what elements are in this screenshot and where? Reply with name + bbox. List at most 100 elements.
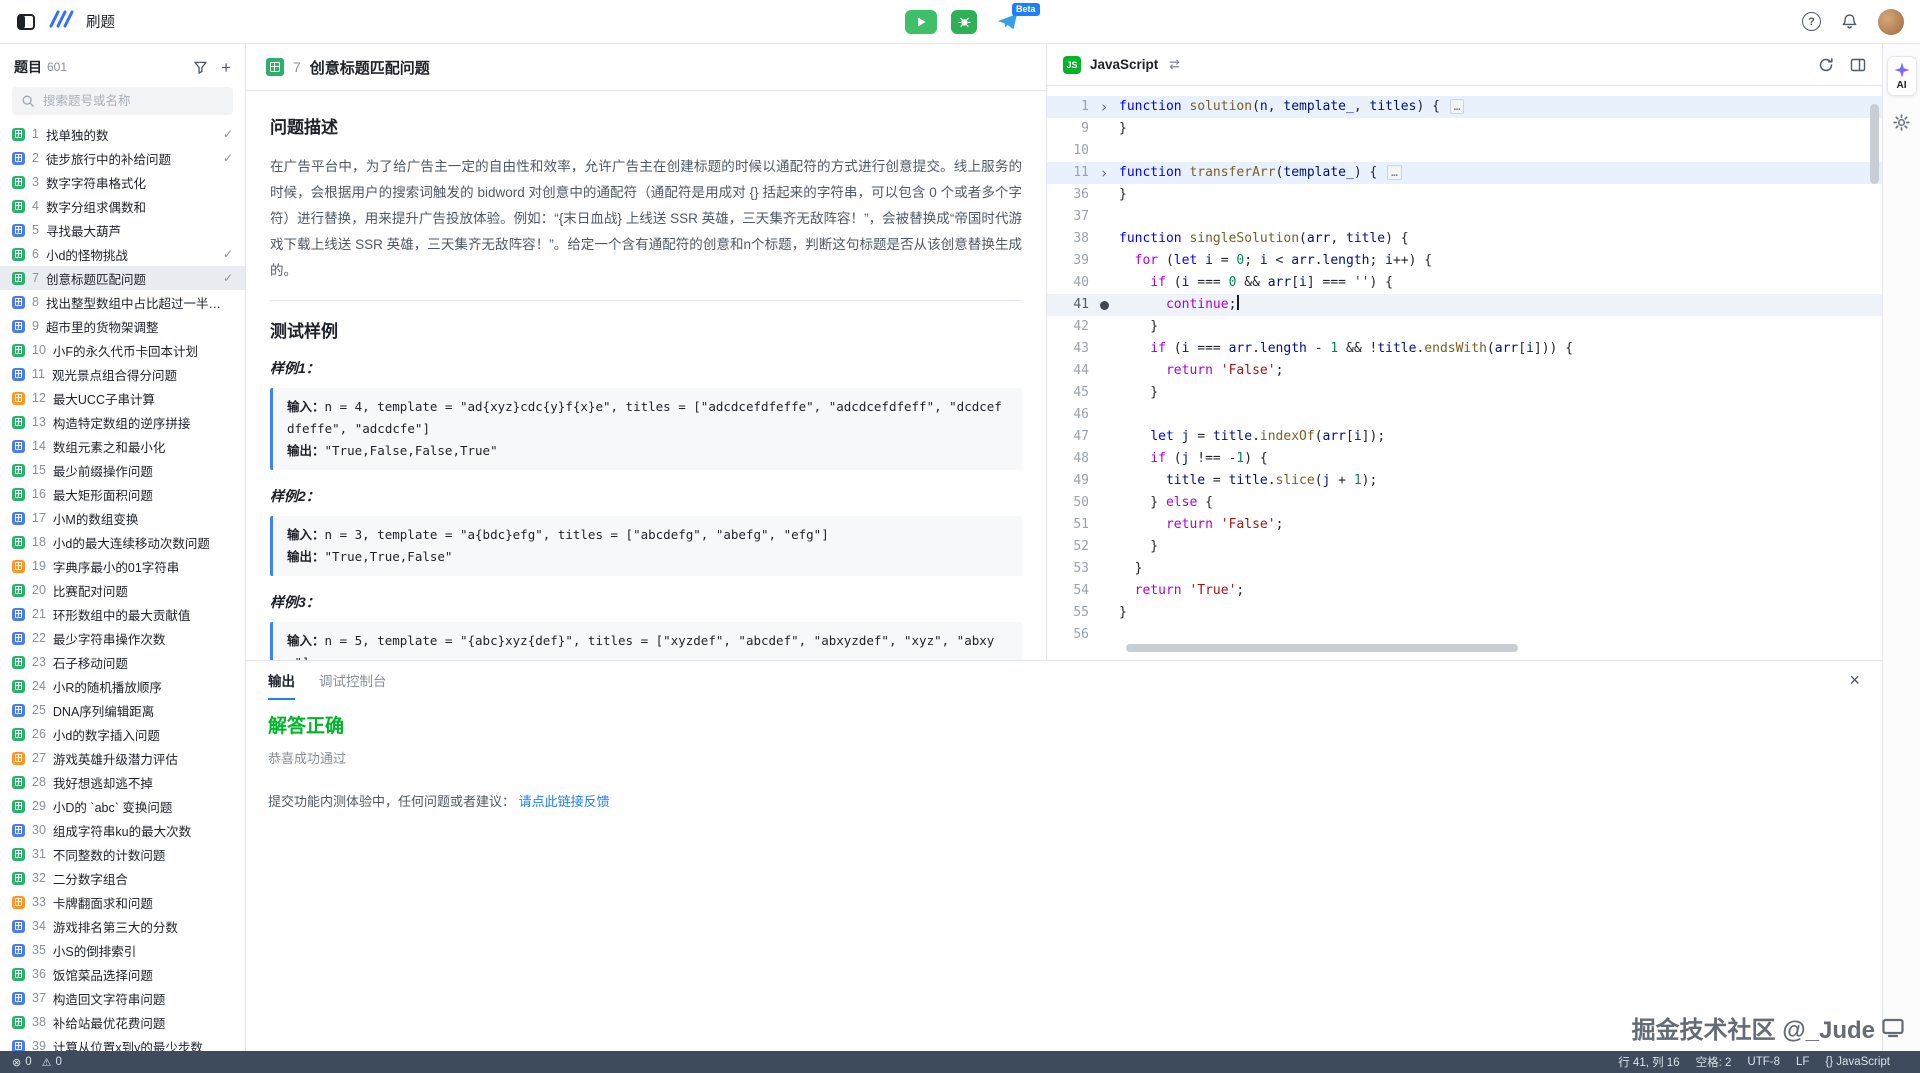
close-icon[interactable]: × bbox=[1849, 671, 1860, 689]
problem-list-item[interactable]: 26小d的数字插入问题 bbox=[0, 722, 245, 746]
switch-language-icon[interactable] bbox=[1167, 58, 1182, 71]
problem-list-item[interactable]: 18小d的最大连续移动次数问题 bbox=[0, 530, 245, 554]
code-line[interactable]: 48 if (j !== -1) { bbox=[1047, 448, 1882, 470]
code-line[interactable]: 42 } bbox=[1047, 316, 1882, 338]
code-line[interactable]: 39 for (let i = 0; i < arr.length; i++) … bbox=[1047, 250, 1882, 272]
app-logo[interactable] bbox=[48, 9, 74, 34]
problem-list-item[interactable]: 24小R的随机播放顺序 bbox=[0, 674, 245, 698]
problem-list-item[interactable]: 21环形数组中的最大贡献值 bbox=[0, 602, 245, 626]
problem-list-item[interactable]: 12最大UCC子串计算 bbox=[0, 386, 245, 410]
problem-list-item[interactable]: 23石子移动问题 bbox=[0, 650, 245, 674]
code-line[interactable]: 36} bbox=[1047, 184, 1882, 206]
code-line[interactable]: 47 let j = title.indexOf(arr[i]); bbox=[1047, 426, 1882, 448]
add-icon[interactable]: + bbox=[221, 59, 231, 76]
search-input[interactable] bbox=[41, 93, 224, 109]
problem-list-item[interactable]: 2徒步旅行中的补给问题✓ bbox=[0, 146, 245, 170]
problem-list-item[interactable]: 36饭馆菜品选择问题 bbox=[0, 962, 245, 986]
code-line[interactable]: 11›function transferArr(template_) { … bbox=[1047, 162, 1882, 184]
code-line[interactable]: 49 title = title.slice(j + 1); bbox=[1047, 470, 1882, 492]
problem-list-item[interactable]: 19字典序最小的01字符串 bbox=[0, 554, 245, 578]
share-button[interactable]: Beta bbox=[997, 12, 1019, 32]
avatar[interactable] bbox=[1878, 9, 1904, 35]
code-line[interactable]: 55} bbox=[1047, 602, 1882, 624]
feedback-link[interactable]: 请点此链接反馈 bbox=[519, 794, 610, 809]
code-line[interactable]: 45 } bbox=[1047, 382, 1882, 404]
filter-icon[interactable] bbox=[193, 60, 208, 75]
search-box[interactable] bbox=[12, 87, 233, 115]
workspace: 题目 601 + 1找单独的数✓2徒步旅行中的补给问题✓3数字字符串格式化4数字… bbox=[0, 44, 1920, 1051]
problem-list-item[interactable]: 1找单独的数✓ bbox=[0, 122, 245, 146]
code-line[interactable]: 54 return 'True'; bbox=[1047, 580, 1882, 602]
code-line[interactable]: 37 bbox=[1047, 206, 1882, 228]
problem-list-item[interactable]: 30组成字符串ku的最大次数 bbox=[0, 818, 245, 842]
problem-list-item[interactable]: 29小D的 `abc` 变换问题 bbox=[0, 794, 245, 818]
code-line[interactable]: 1›function solution(n, template_, titles… bbox=[1047, 96, 1882, 118]
warnings-indicator[interactable]: ⚠ 0 bbox=[42, 1056, 62, 1069]
problem-list-item[interactable]: 32二分数字组合 bbox=[0, 866, 245, 890]
sidebar-toggle-icon[interactable] bbox=[16, 12, 36, 32]
problem-list-item[interactable]: 11观光景点组合得分问题 bbox=[0, 362, 245, 386]
problem-list-item[interactable]: 9超市里的货物架调整 bbox=[0, 314, 245, 338]
help-icon[interactable]: ? bbox=[1802, 12, 1821, 31]
code-line[interactable]: 50 } else { bbox=[1047, 492, 1882, 514]
run-button[interactable] bbox=[905, 10, 937, 34]
problem-list-item[interactable]: 34游戏排名第三大的分数 bbox=[0, 914, 245, 938]
problem-list-item[interactable]: 13构造特定数组的逆序拼接 bbox=[0, 410, 245, 434]
errors-indicator[interactable]: ⊗ 0 bbox=[12, 1056, 32, 1069]
problem-list-item[interactable]: 7创意标题匹配问题✓ bbox=[0, 266, 245, 290]
problem-list-item[interactable]: 15最少前缀操作问题 bbox=[0, 458, 245, 482]
split-view-icon[interactable] bbox=[1850, 57, 1866, 73]
problem-list-item[interactable]: 6小d的怪物挑战✓ bbox=[0, 242, 245, 266]
code-line[interactable]: 38function singleSolution(arr, title) { bbox=[1047, 228, 1882, 250]
settings-icon[interactable] bbox=[1893, 114, 1910, 131]
code-line[interactable]: 40 if (i === 0 && arr[i] === '') { bbox=[1047, 272, 1882, 294]
problem-list-item[interactable]: 38补给站最优花费问题 bbox=[0, 1010, 245, 1034]
problem-list-item[interactable]: 27游戏英雄升级潜力评估 bbox=[0, 746, 245, 770]
problem-list-item[interactable]: 10小F的永久代币卡回本计划 bbox=[0, 338, 245, 362]
code-line[interactable]: 10 bbox=[1047, 140, 1882, 162]
bell-icon[interactable] bbox=[1841, 13, 1858, 30]
problem-list-item[interactable]: 16最大矩形面积问题 bbox=[0, 482, 245, 506]
encoding-setting[interactable]: UTF-8 bbox=[1747, 1056, 1780, 1068]
code-editor[interactable]: 1›function solution(n, template_, titles… bbox=[1047, 86, 1882, 646]
code-line[interactable]: 51 return 'False'; bbox=[1047, 514, 1882, 536]
tab-debug-console[interactable]: 调试控制台 bbox=[319, 670, 387, 690]
breakpoint-icon[interactable] bbox=[1100, 301, 1109, 310]
code-line[interactable]: 53 } bbox=[1047, 558, 1882, 580]
fold-chevron-icon[interactable]: › bbox=[1099, 162, 1108, 184]
ai-assistant-button[interactable]: AI bbox=[1887, 56, 1917, 96]
code-line[interactable]: 9} bbox=[1047, 118, 1882, 140]
code-line[interactable]: 41 continue; bbox=[1047, 294, 1882, 316]
language-mode[interactable]: {} JavaScript bbox=[1825, 1056, 1890, 1068]
code-line[interactable]: 43 if (i === arr.length - 1 && !title.en… bbox=[1047, 338, 1882, 360]
problem-list-item[interactable]: 14数组元素之和最小化 bbox=[0, 434, 245, 458]
problem-list-item[interactable]: 28我好想逃却逃不掉 bbox=[0, 770, 245, 794]
problem-list-item[interactable]: 35小S的倒排索引 bbox=[0, 938, 245, 962]
problem-list-item[interactable]: 3数字字符串格式化 bbox=[0, 170, 245, 194]
vertical-scrollbar[interactable] bbox=[1870, 104, 1879, 184]
code-line[interactable]: 56 bbox=[1047, 624, 1882, 646]
problem-list-item[interactable]: 37构造回文字符串问题 bbox=[0, 986, 245, 1010]
problem-list-item[interactable]: 31不同整数的计数问题 bbox=[0, 842, 245, 866]
indentation-setting[interactable]: 空格: 2 bbox=[1696, 1054, 1732, 1070]
check-icon: ✓ bbox=[223, 271, 233, 285]
problem-list-item[interactable]: 5寻找最大葫芦 bbox=[0, 218, 245, 242]
problem-list-item[interactable]: 39计算从位置x到y的最少步数 bbox=[0, 1034, 245, 1051]
tab-output[interactable]: 输出 bbox=[268, 670, 295, 690]
code-line[interactable]: 44 return 'False'; bbox=[1047, 360, 1882, 382]
problem-list-item[interactable]: 4数字分组求偶数和 bbox=[0, 194, 245, 218]
fold-chevron-icon[interactable]: › bbox=[1099, 96, 1108, 118]
problem-list-item[interactable]: 20比赛配对问题 bbox=[0, 578, 245, 602]
code-line[interactable]: 52 } bbox=[1047, 536, 1882, 558]
problem-list-item[interactable]: 8找出整型数组中占比超过一半的数 bbox=[0, 290, 245, 314]
debug-button[interactable] bbox=[951, 10, 977, 34]
eol-setting[interactable]: LF bbox=[1796, 1056, 1809, 1068]
reset-code-icon[interactable] bbox=[1818, 57, 1834, 73]
problem-list-item[interactable]: 17小M的数组变换 bbox=[0, 506, 245, 530]
problem-list-item[interactable]: 25DNA序列编辑距离 bbox=[0, 698, 245, 722]
problem-list-item[interactable]: 33卡牌翻面求和问题 bbox=[0, 890, 245, 914]
cursor-position[interactable]: 行 41, 列 16 bbox=[1618, 1054, 1679, 1070]
code-line[interactable]: 46 bbox=[1047, 404, 1882, 426]
problem-list-item[interactable]: 22最少字符串操作次数 bbox=[0, 626, 245, 650]
horizontal-scrollbar[interactable] bbox=[1126, 644, 1518, 652]
